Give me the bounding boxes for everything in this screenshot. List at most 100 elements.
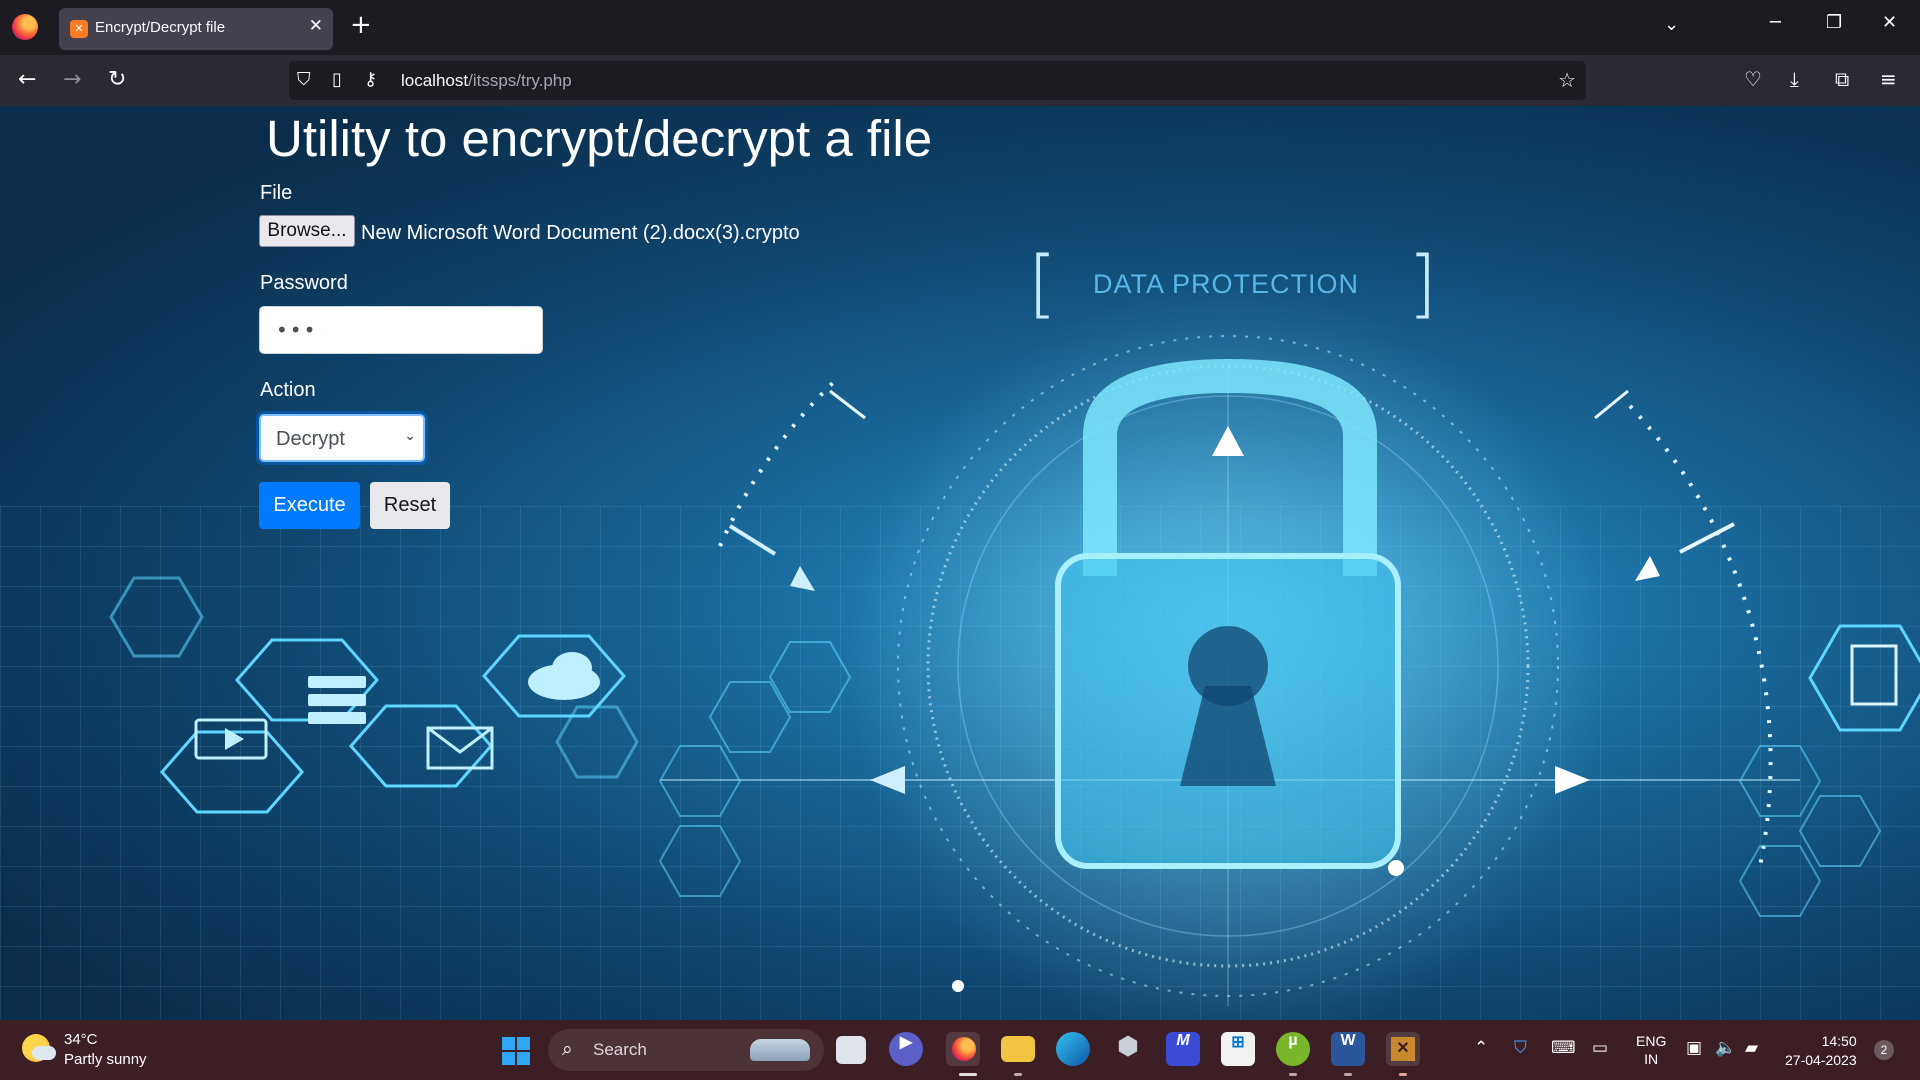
task-view-icon[interactable] (836, 1036, 866, 1064)
tick-mark-3 (1679, 522, 1735, 554)
pocket-icon[interactable]: ♡ (1744, 67, 1762, 91)
language-line-2: IN (1644, 1051, 1659, 1067)
word-running-indicator (1344, 1073, 1352, 1076)
language-indicator[interactable]: ENG IN (1636, 1032, 1666, 1068)
glow-point-1 (1388, 860, 1404, 876)
execute-button[interactable]: Execute (259, 482, 360, 529)
teams-chat-icon[interactable]: ▶ (889, 1032, 923, 1066)
hexagon-app-icon[interactable]: ⬢ (1111, 1032, 1145, 1066)
arrow-left-upper (790, 566, 815, 591)
security-shield-icon[interactable]: ⛉ (1514, 1038, 1527, 1058)
key-icon[interactable]: ⚷ (364, 69, 377, 90)
browser-nav-bar: ← → ↻ ⛉ ▯ ⚷ localhost/itssps/try.php ☆ ♡… (0, 55, 1920, 106)
show-hidden-icons-chevron-icon[interactable]: ⌃ (1474, 1038, 1488, 1058)
reset-button[interactable]: Reset (370, 482, 450, 529)
list-all-tabs-chevron-icon[interactable]: ⌄ (1664, 14, 1679, 35)
cloud-top (552, 652, 592, 684)
document-icon (1850, 644, 1898, 706)
restore-icon[interactable]: ❐ (1826, 12, 1842, 33)
tab-title: Encrypt/Decrypt file (95, 19, 226, 36)
explorer-running-indicator (1014, 1073, 1022, 1076)
file-explorer-icon[interactable] (1001, 1036, 1035, 1062)
search-label: Search (593, 1040, 647, 1059)
url-bar[interactable]: ⛉ ▯ ⚷ localhost/itssps/try.php ☆ (289, 61, 1586, 100)
tab-close-icon[interactable]: ✕ (309, 16, 323, 36)
extensions-icon[interactable]: ⧉ (1835, 67, 1849, 91)
search-icon: ⌕ (562, 1038, 573, 1060)
caption-bracket-left: [ (1028, 241, 1057, 327)
server-icon-1 (308, 676, 366, 688)
url-path: /itssps/try.php (468, 71, 572, 90)
xampp-favicon-icon: ✕ (70, 20, 88, 38)
utorrent-icon[interactable]: µ (1276, 1032, 1310, 1066)
arrow-right-upper (1635, 556, 1660, 581)
tick-mark-1 (829, 389, 866, 420)
server-icon-3 (308, 712, 366, 724)
action-select[interactable]: Decrypt ⌄ (259, 414, 425, 462)
xampp-taskbar-icon[interactable]: ✕ (1386, 1032, 1420, 1066)
left-arc (718, 374, 842, 547)
microsoft-store-icon[interactable]: ⊞ (1221, 1032, 1255, 1066)
action-label: Action (260, 379, 316, 401)
hamburger-menu-icon[interactable]: ≡ (1880, 67, 1897, 91)
system-clock[interactable]: 14:50 27-04-2023 (1785, 1032, 1857, 1070)
reload-icon[interactable]: ↻ (108, 67, 126, 92)
forward-arrow-icon[interactable]: → (63, 67, 81, 92)
firefox-taskbar-icon[interactable] (946, 1032, 980, 1066)
tick-mark-2 (1594, 389, 1629, 420)
tab-encrypt-decrypt[interactable]: ✕ Encrypt/Decrypt file ✕ (59, 8, 333, 50)
back-arrow-icon[interactable]: ← (18, 67, 36, 92)
weather-temperature[interactable]: 34°C (64, 1031, 98, 1048)
windows-taskbar: 34°C Partly sunny ⌕ Search ▶ ⬢ M ⊞ µ W ✕… (0, 1020, 1920, 1080)
selected-file-name: New Microsoft Word Document (2).docx(3).… (361, 222, 800, 244)
tablet-icon[interactable]: ▭ (1592, 1038, 1608, 1058)
edge-icon[interactable] (1056, 1032, 1090, 1066)
firefox-active-indicator (959, 1073, 977, 1076)
data-protection-caption: DATA PROTECTION (1093, 269, 1360, 299)
keyboard-icon[interactable]: ⌨ (1551, 1038, 1576, 1058)
server-icon-2 (308, 694, 366, 706)
left-hexagon-mesh (658, 641, 852, 897)
taskbar-search-box[interactable]: ⌕ Search (548, 1029, 824, 1071)
network-icon[interactable]: ▣ (1686, 1038, 1702, 1058)
download-icon[interactable]: ⤓ (1790, 67, 1799, 91)
firefox-logo-icon[interactable] (12, 14, 38, 40)
browse-button[interactable]: Browse... (259, 215, 355, 247)
windows-start-icon[interactable] (502, 1037, 530, 1065)
document-hexagon (1808, 624, 1920, 732)
xampp-running-indicator (1399, 1073, 1407, 1076)
language-line-1: ENG (1636, 1033, 1667, 1049)
battery-icon[interactable]: ▰ (1745, 1038, 1758, 1058)
clock-date: 27-04-2023 (1785, 1052, 1857, 1068)
minimize-icon[interactable]: ─ (1770, 12, 1781, 33)
password-label: Password (260, 272, 348, 294)
word-icon[interactable]: W (1331, 1032, 1365, 1066)
right-hexagon-mesh (1738, 745, 1882, 917)
page-title: Utility to encrypt/decrypt a file (266, 110, 933, 167)
glow-point-2 (952, 980, 964, 992)
search-highlight-art (750, 1039, 810, 1061)
clock-time: 14:50 (1821, 1033, 1857, 1049)
chevron-down-icon: ⌄ (404, 428, 416, 444)
shield-icon[interactable]: ⛉ (297, 69, 311, 90)
tick-mark-4 (728, 524, 777, 556)
utorrent-running-indicator (1289, 1073, 1297, 1076)
password-field[interactable]: ••• (259, 306, 543, 354)
close-window-icon[interactable]: ✕ (1882, 12, 1897, 33)
new-tab-button[interactable]: + (350, 10, 372, 40)
page-content: [ DATA PROTECTION ] Utility to encrypt/d… (0, 106, 1920, 1020)
blue-app-icon[interactable]: M (1166, 1032, 1200, 1066)
notification-badge[interactable]: 2 (1874, 1040, 1894, 1060)
file-label: File (260, 182, 293, 204)
weather-cloud-icon (32, 1046, 56, 1060)
mail-flap (427, 726, 493, 754)
url-host: localhost (401, 71, 469, 90)
caption-bracket-right: ] (1408, 241, 1437, 327)
page-info-icon[interactable]: ▯ (332, 69, 342, 90)
url-text[interactable]: localhost/itssps/try.php (401, 71, 572, 91)
bookmark-star-icon[interactable]: ☆ (1558, 68, 1576, 92)
volume-icon[interactable]: 🔈 (1715, 1038, 1736, 1058)
weather-condition[interactable]: Partly sunny (64, 1051, 147, 1068)
hexagon-glyphs (194, 652, 600, 770)
browser-tab-bar: ✕ Encrypt/Decrypt file ✕ + ⌄ ─ ❐ ✕ (0, 0, 1920, 55)
